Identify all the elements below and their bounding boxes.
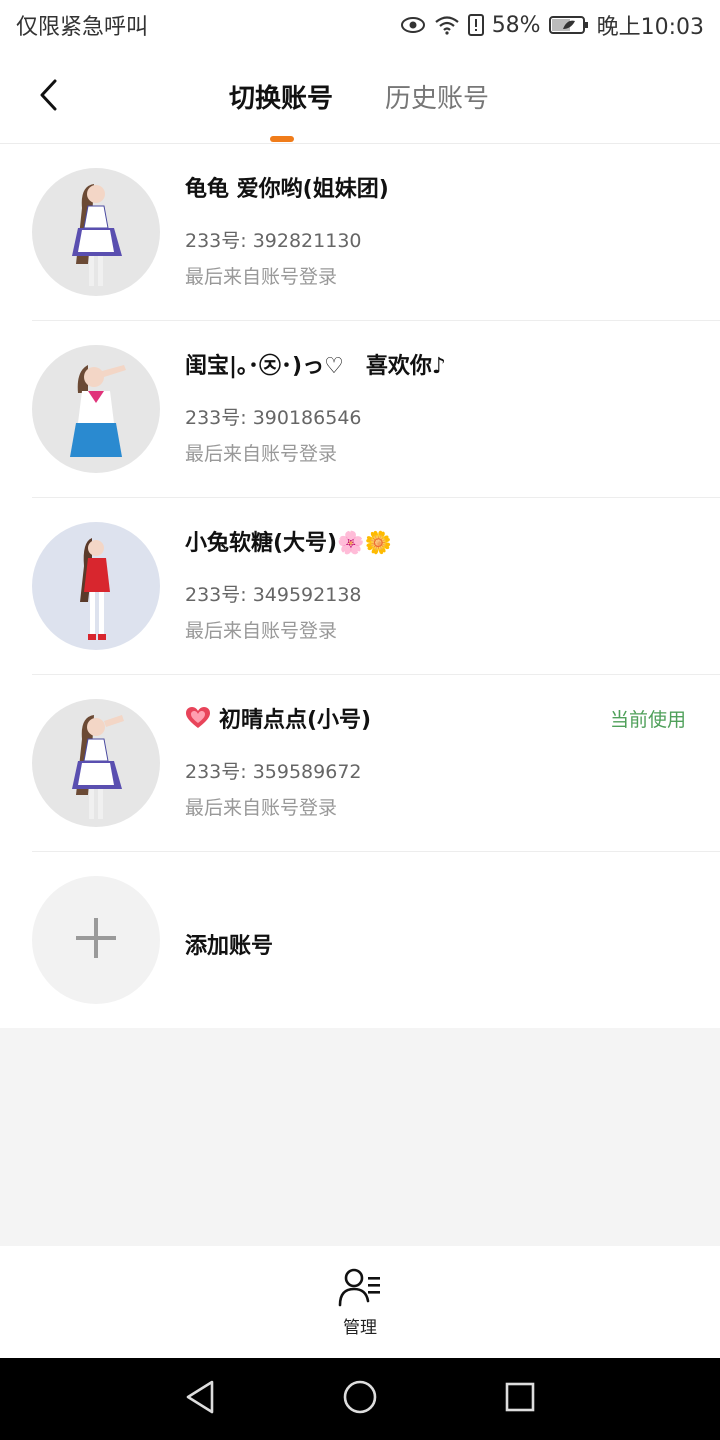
tab-history-account[interactable]: 历史账号 (385, 78, 489, 115)
login-source: 最后来自账号登录 (185, 620, 338, 642)
top-bar: 切换账号 历史账号 (0, 50, 720, 144)
account-id: 233号: 349592138 (185, 584, 362, 606)
clock-time: 晚上10:03 (596, 15, 704, 40)
avatar (32, 522, 160, 650)
account-name: 初晴点点(小号) (185, 702, 371, 736)
account-name: 闺宝|｡･㉨･)っ♡ 喜欢你♪ (185, 354, 446, 379)
nav-home-button[interactable] (340, 1379, 380, 1419)
account-row[interactable]: 初晴点点(小号) 当前使用 233号: 359589672 最后来自账号登录 (0, 675, 720, 852)
plus-icon (74, 916, 118, 964)
current-account-badge: 当前使用 (609, 709, 686, 731)
account-row[interactable]: 闺宝|｡･㉨･)っ♡ 喜欢你♪ 233号: 390186546 最后来自账号登录 (0, 321, 720, 498)
nav-recents-button[interactable] (500, 1379, 540, 1419)
account-row[interactable]: 小兔软糖(大号)🌸🌼 233号: 349592138 最后来自账号登录 (0, 498, 720, 675)
triangle-back-icon (184, 1379, 216, 1419)
manage-label: 管理 (343, 1317, 377, 1338)
avatar (32, 699, 160, 827)
heart-icon (185, 706, 211, 736)
account-name: 龟龟 爱你哟(姐妹团) (185, 177, 389, 202)
account-name-text: 初晴点点(小号) (219, 708, 372, 733)
user-list-icon (338, 1267, 382, 1311)
add-account-button[interactable] (32, 876, 160, 1004)
bottom-bar: 管理 (0, 1246, 720, 1358)
battery-icon (548, 15, 589, 35)
add-account-label: 添加账号 (185, 934, 274, 959)
account-id: 233号: 359589672 (185, 761, 362, 783)
avatar (32, 345, 160, 473)
login-source: 最后来自账号登录 (185, 797, 338, 819)
login-source: 最后来自账号登录 (185, 443, 338, 465)
carrier-text: 仅限紧急呼叫 (16, 15, 149, 40)
back-button[interactable] (28, 74, 68, 120)
tab-switch-account[interactable]: 切换账号 (229, 78, 333, 115)
login-source: 最后来自账号登录 (185, 266, 338, 288)
account-list: 龟龟 爱你哟(姐妹团) 233号: 392821130 最后来自账号登录 闺宝|… (0, 144, 720, 1028)
square-recents-icon (504, 1381, 536, 1417)
account-id: 233号: 390186546 (185, 407, 362, 429)
sim-alert-icon (467, 14, 484, 36)
wifi-icon (434, 15, 460, 35)
eye-icon (400, 16, 426, 34)
add-account-row[interactable]: 添加账号 (0, 852, 720, 1028)
nav-back-button[interactable] (180, 1379, 220, 1419)
account-row[interactable]: 龟龟 爱你哟(姐妹团) 233号: 392821130 最后来自账号登录 (0, 144, 720, 321)
tab-indicator (270, 136, 294, 142)
avatar (32, 168, 160, 296)
battery-percent: 58% (491, 12, 541, 38)
system-nav-bar (0, 1358, 720, 1440)
status-bar: 仅限紧急呼叫 58% 晚上10:03 (0, 0, 720, 50)
account-name: 小兔软糖(大号)🌸🌼 (185, 531, 392, 556)
account-id: 233号: 392821130 (185, 230, 362, 252)
circle-home-icon (342, 1379, 378, 1419)
chevron-left-icon (38, 79, 58, 115)
status-icons: 58% 晚上10:03 (400, 9, 704, 41)
manage-button[interactable]: 管理 (338, 1267, 382, 1338)
